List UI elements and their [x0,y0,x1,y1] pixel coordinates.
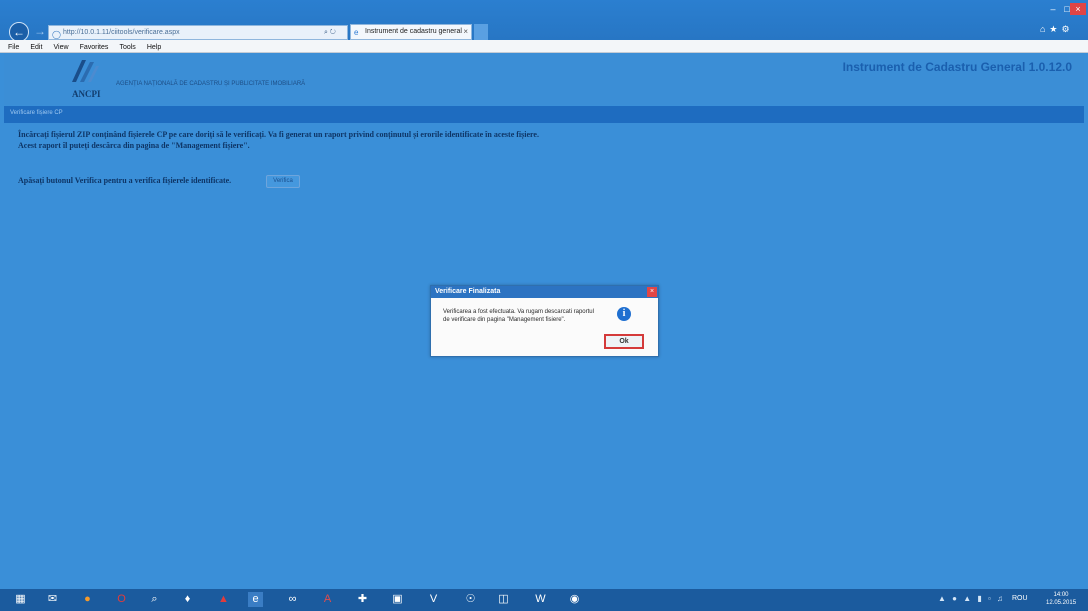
ie-icon[interactable]: e [248,592,263,607]
ok-button[interactable]: Ok [604,334,644,349]
dialog-message: Verificarea a fost efectuata. Va rugam d… [443,309,594,323]
menu-bar: File Edit View Favorites Tools Help [0,40,1088,53]
network-icon[interactable]: ∞ [285,592,300,607]
new-tab-button[interactable] [474,24,488,40]
verify-button[interactable]: Verifica [266,175,300,188]
verification-dialog: Verificare Finalizata × Verificarea a fo… [430,285,659,357]
clock-time: 14:00 [1053,592,1069,598]
search-icon[interactable]: ⌕ [147,592,162,607]
firefox-icon[interactable]: ● [80,592,95,607]
dialog-close-icon[interactable]: × [647,287,657,297]
forward-arrow-icon[interactable]: → [31,22,49,40]
app-icon[interactable]: ♦ [180,592,195,607]
window-close-button[interactable]: × [1070,3,1086,15]
page-icon: ◯ [52,30,61,39]
back-arrow-icon[interactable]: ← [9,22,29,42]
agency-name: AGENȚIA NAȚIONALĂ DE CADASTRU ȘI PUBLICI… [116,81,306,87]
visio-icon[interactable]: V [426,592,441,607]
browser-titlebar: ← → ◯ http://10.0.1.11/ciitools/verifica… [0,0,1088,42]
opera-icon[interactable]: O [114,592,129,607]
tab-title: Instrument de cadastru general [365,28,462,35]
info-icon: i [617,307,631,321]
instruction-line-2: Acest raport îl puteți descărca din pagi… [18,141,250,150]
app-header: ANCPI AGENȚIA NAȚIONALĂ DE CADASTRU ȘI P… [4,53,1084,105]
logo-text: ANCPI [72,89,101,99]
clock[interactable]: 14:00 12.05.2015 [1046,591,1076,607]
plane-icon[interactable]: ✚ [355,592,370,607]
app-title: Instrument de Cadastru General 1.0.12.0 [842,60,1072,74]
access-icon[interactable]: A [320,592,335,607]
language-indicator[interactable]: ROU [1012,595,1028,602]
system-tray-icons[interactable]: ▲ ● ▲ ▮ ▫ ♫ [938,594,1005,603]
photo-icon[interactable]: ▣ [390,592,405,607]
windows-start-icon[interactable]: ▦ [13,592,28,607]
address-bar[interactable]: ◯ http://10.0.1.11/ciitools/verificare.a… [48,25,348,40]
word-icon[interactable]: W [533,592,548,607]
ie-tab-icon: e [354,28,359,37]
breadcrumb[interactable]: Verificare fișiere CP [10,110,63,116]
chrome-icon[interactable]: ◉ [567,592,582,607]
verify-prompt: Apăsați butonul Verifica pentru a verifi… [18,176,232,185]
dialog-title: Verificare Finalizata [431,286,658,298]
outlook-icon[interactable]: ✉ [45,592,60,607]
close-icon[interactable]: × [463,25,468,39]
instruction-line-1: Încărcați fișierul ZIP conținând fișiere… [18,130,539,139]
clock-date: 12.05.2015 [1046,600,1077,606]
nav-strip: Verificare fișiere CP [4,106,1084,123]
search-refresh-controls[interactable]: ⌕ ↻ [324,25,346,40]
ancpi-logo-icon [72,60,99,82]
toolbar-icons[interactable]: ⌂★⚙ [1040,24,1074,35]
files-icon[interactable]: ◫ [496,592,511,607]
taskbar: ▦ ✉ ● O ⌕ ♦ ▲ e ∞ A ✚ ▣ V ☉ ◫ W ◉ ▲ ● ▲ … [0,589,1088,611]
globe-icon[interactable]: ☉ [463,592,478,607]
pdf-icon[interactable]: ▲ [216,592,231,607]
address-text: http://10.0.1.11/ciitools/verificare.asp… [63,29,180,36]
browser-tab[interactable]: e Instrument de cadastru general × [350,24,472,40]
